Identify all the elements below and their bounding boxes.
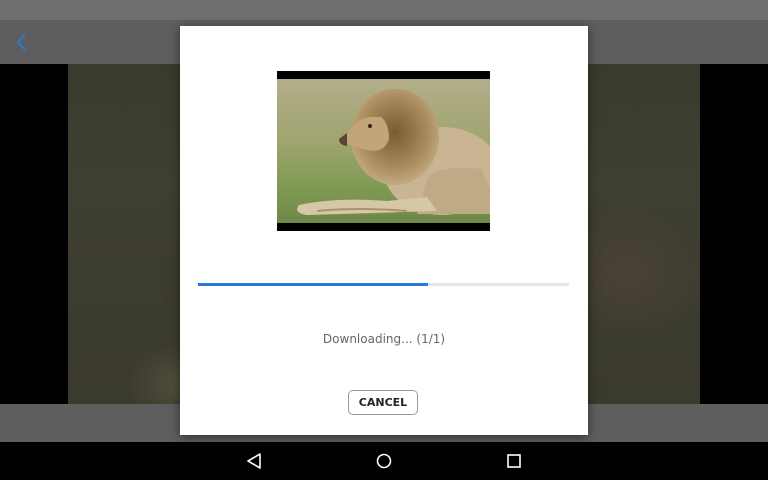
image-thumbnail xyxy=(277,71,490,231)
download-progress-bar xyxy=(198,283,569,286)
status-bar xyxy=(0,0,768,20)
back-arrow-icon xyxy=(16,33,26,51)
nav-back-button[interactable] xyxy=(242,449,266,473)
lion-image xyxy=(277,79,490,223)
nav-home-icon xyxy=(376,453,392,469)
nav-recents-icon xyxy=(507,454,521,468)
cancel-button[interactable]: CANCEL xyxy=(348,390,418,415)
download-dialog: Downloading... (1/1) CANCEL xyxy=(180,26,588,435)
nav-back-icon xyxy=(247,453,261,469)
navigation-bar xyxy=(0,442,768,480)
download-progress-fill xyxy=(198,283,429,286)
nav-home-button[interactable] xyxy=(372,449,396,473)
download-status-text: Downloading... (1/1) xyxy=(322,332,446,346)
back-button[interactable] xyxy=(10,30,34,54)
nav-recents-button[interactable] xyxy=(502,449,526,473)
